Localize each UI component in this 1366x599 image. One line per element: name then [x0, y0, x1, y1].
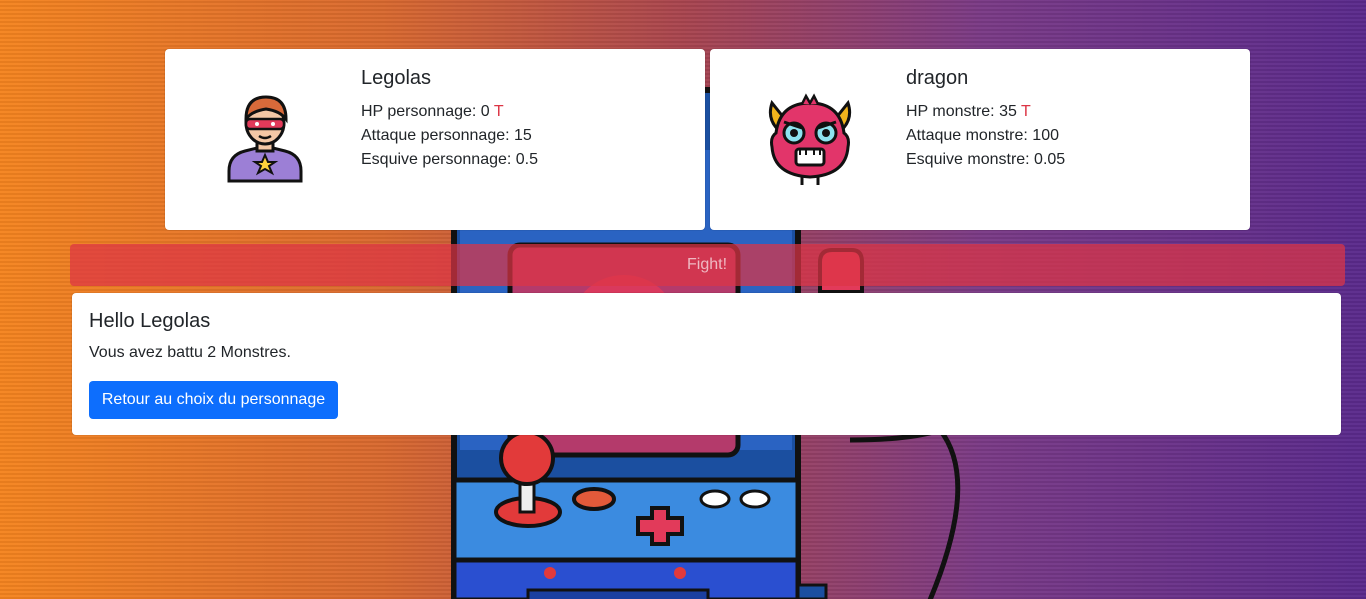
monster-hp-marker: T [1021, 103, 1031, 120]
monster-hp-label: HP monstre: 35 [906, 103, 1017, 120]
player-name: Legolas [361, 67, 432, 89]
monster-hp: HP monstre: 35 T [906, 100, 1065, 124]
superhero-avatar-icon [227, 95, 303, 183]
back-to-character-button[interactable]: Retour au choix du personnage [89, 381, 338, 419]
player-hp: HP personnage: 0 T [361, 100, 538, 124]
result-card: Hello Legolas Vous avez battu 2 Monstres… [72, 293, 1341, 435]
player-attack: Attaque personnage: 15 [361, 127, 532, 144]
player-dodge: Esquive personnage: 0.5 [361, 151, 539, 168]
monster-name: dragon [906, 67, 969, 89]
player-card: Legolas HP personnage: 0 T Attaque perso… [165, 49, 705, 230]
player-hp-marker: T [493, 103, 504, 120]
monster-card: dragon HP monstre: 35 T Attaque monstre:… [710, 49, 1250, 230]
monster-attack: Attaque monstre: 100 [906, 127, 1059, 144]
fight-button-label: Fight! [687, 256, 728, 273]
monster-avatar-icon [768, 93, 852, 185]
player-hp-label: HP personnage: 0 [361, 103, 490, 120]
result-message: Vous avez battu 2 Monstres. [89, 344, 291, 361]
result-title: Hello Legolas [89, 310, 211, 332]
monster-dodge: Esquive monstre: 0.05 [906, 151, 1066, 168]
fight-button[interactable]: Fight! [70, 244, 1345, 286]
